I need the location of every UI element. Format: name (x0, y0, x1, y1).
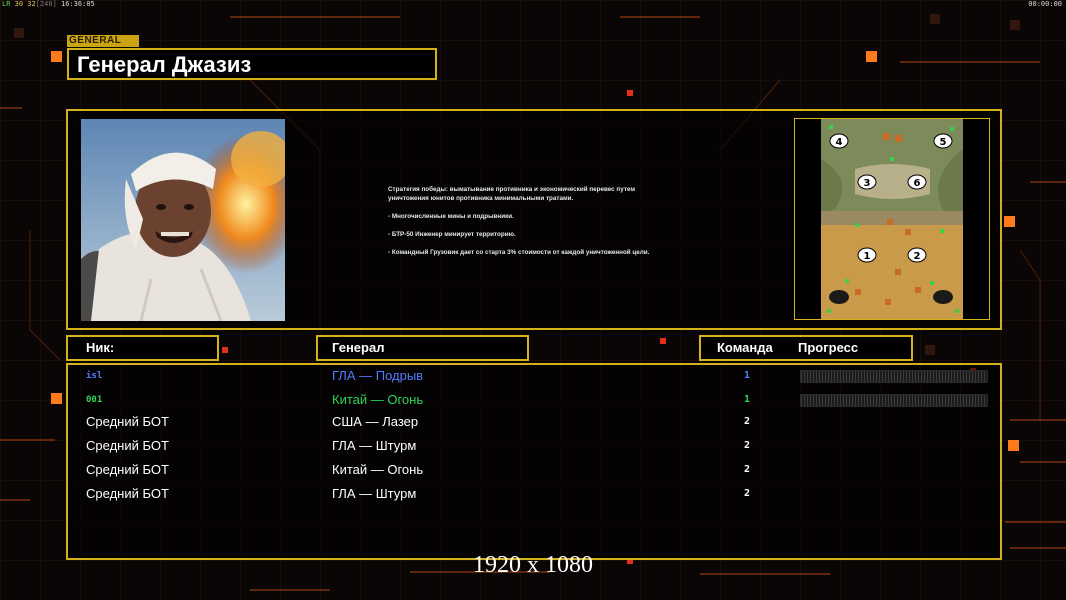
progress-header-label: Прогресс (798, 340, 859, 355)
general-description: Стратегия победы: выматывание противника… (388, 185, 708, 257)
table-row: Средний БОТ Китай — Огонь 2 (68, 459, 1000, 481)
player-general: ГЛА — Штурм (332, 438, 417, 453)
map-slot-label: 1 (864, 251, 871, 262)
general-title-box: Генерал Джазиз (67, 48, 437, 80)
players-table: isl ГЛА — Подрыв 1 001 Китай — Огонь 1 С… (66, 363, 1002, 560)
table-row: isl ГЛА — Подрыв 1 (68, 365, 1000, 387)
description-line: - БТР-50 Инженер минирует территорию. (388, 231, 516, 238)
general-portrait (81, 119, 285, 321)
player-team: 1 (744, 394, 751, 405)
general-tag: GENERAL (67, 35, 139, 47)
status-bar-left: LR 30 32[240] 16:36:05 (2, 0, 95, 8)
status-values: 30 32 (14, 0, 36, 8)
status-right-time: 00:00:00 (1028, 0, 1062, 8)
player-general: ГЛА — Подрыв (332, 368, 424, 383)
team-progress-header: Команда Прогресс (699, 335, 913, 361)
status-time: 16:36:05 (61, 0, 95, 8)
map-slot-label: 2 (914, 251, 921, 262)
player-nick: isl (86, 371, 103, 381)
player-team: 2 (744, 440, 751, 451)
description-line: - Командный Грузовик дает со старта 3% с… (388, 249, 650, 256)
player-team: 2 (744, 464, 751, 475)
player-nick: Средний БОТ (86, 462, 169, 477)
status-bracket: [240] (35, 0, 57, 8)
player-general: США — Лазер (332, 414, 419, 429)
table-row: Средний БОТ США — Лазер 2 (68, 411, 1000, 433)
player-general: Китай — Огонь (332, 462, 424, 477)
map-slot-label: 6 (914, 178, 921, 189)
player-nick: Средний БОТ (86, 414, 169, 429)
team-header-label: Команда (717, 340, 773, 355)
table-row: Средний БОТ ГЛА — Штурм 2 (68, 435, 1000, 457)
status-bar-right: 00:00:00 (1028, 0, 1062, 8)
player-team: 2 (744, 416, 751, 427)
general-header: Генерал (316, 335, 529, 361)
nick-header-label: Ник: (86, 340, 115, 355)
map-slot-label: 4 (836, 137, 843, 148)
player-nick: Средний БОТ (86, 486, 169, 501)
general-name: Генерал Джазиз (77, 52, 252, 77)
table-row: 001 Китай — Огонь 1 (68, 389, 1000, 411)
description-line: уничтожения юнитов противника минимальны… (388, 195, 574, 202)
description-line: - Многочисленные мины и подрывники. (388, 213, 514, 220)
resolution-label: 1920 x 1080 (473, 552, 593, 578)
map-slot-label: 5 (940, 137, 947, 148)
table-row: Средний БОТ ГЛА — Штурм 2 (68, 483, 1000, 505)
progress-bar (800, 370, 988, 383)
map-preview[interactable]: 4 5 3 6 1 2 (794, 118, 990, 320)
description-line: Стратегия победы: выматывание противника… (388, 186, 635, 193)
player-team: 2 (744, 488, 751, 499)
nick-header: Ник: (66, 335, 219, 361)
general-info-panel: Стратегия победы: выматывание противника… (66, 109, 1002, 330)
player-nick: Средний БОТ (86, 438, 169, 453)
map-slot-label: 3 (864, 178, 871, 189)
player-general: Китай — Огонь (332, 392, 424, 407)
progress-bar (800, 394, 988, 407)
general-header-label: Генерал (332, 340, 385, 355)
player-team: 1 (744, 370, 751, 381)
player-nick: 001 (86, 395, 103, 405)
status-prefix: LR (2, 0, 11, 8)
player-general: ГЛА — Штурм (332, 486, 417, 501)
